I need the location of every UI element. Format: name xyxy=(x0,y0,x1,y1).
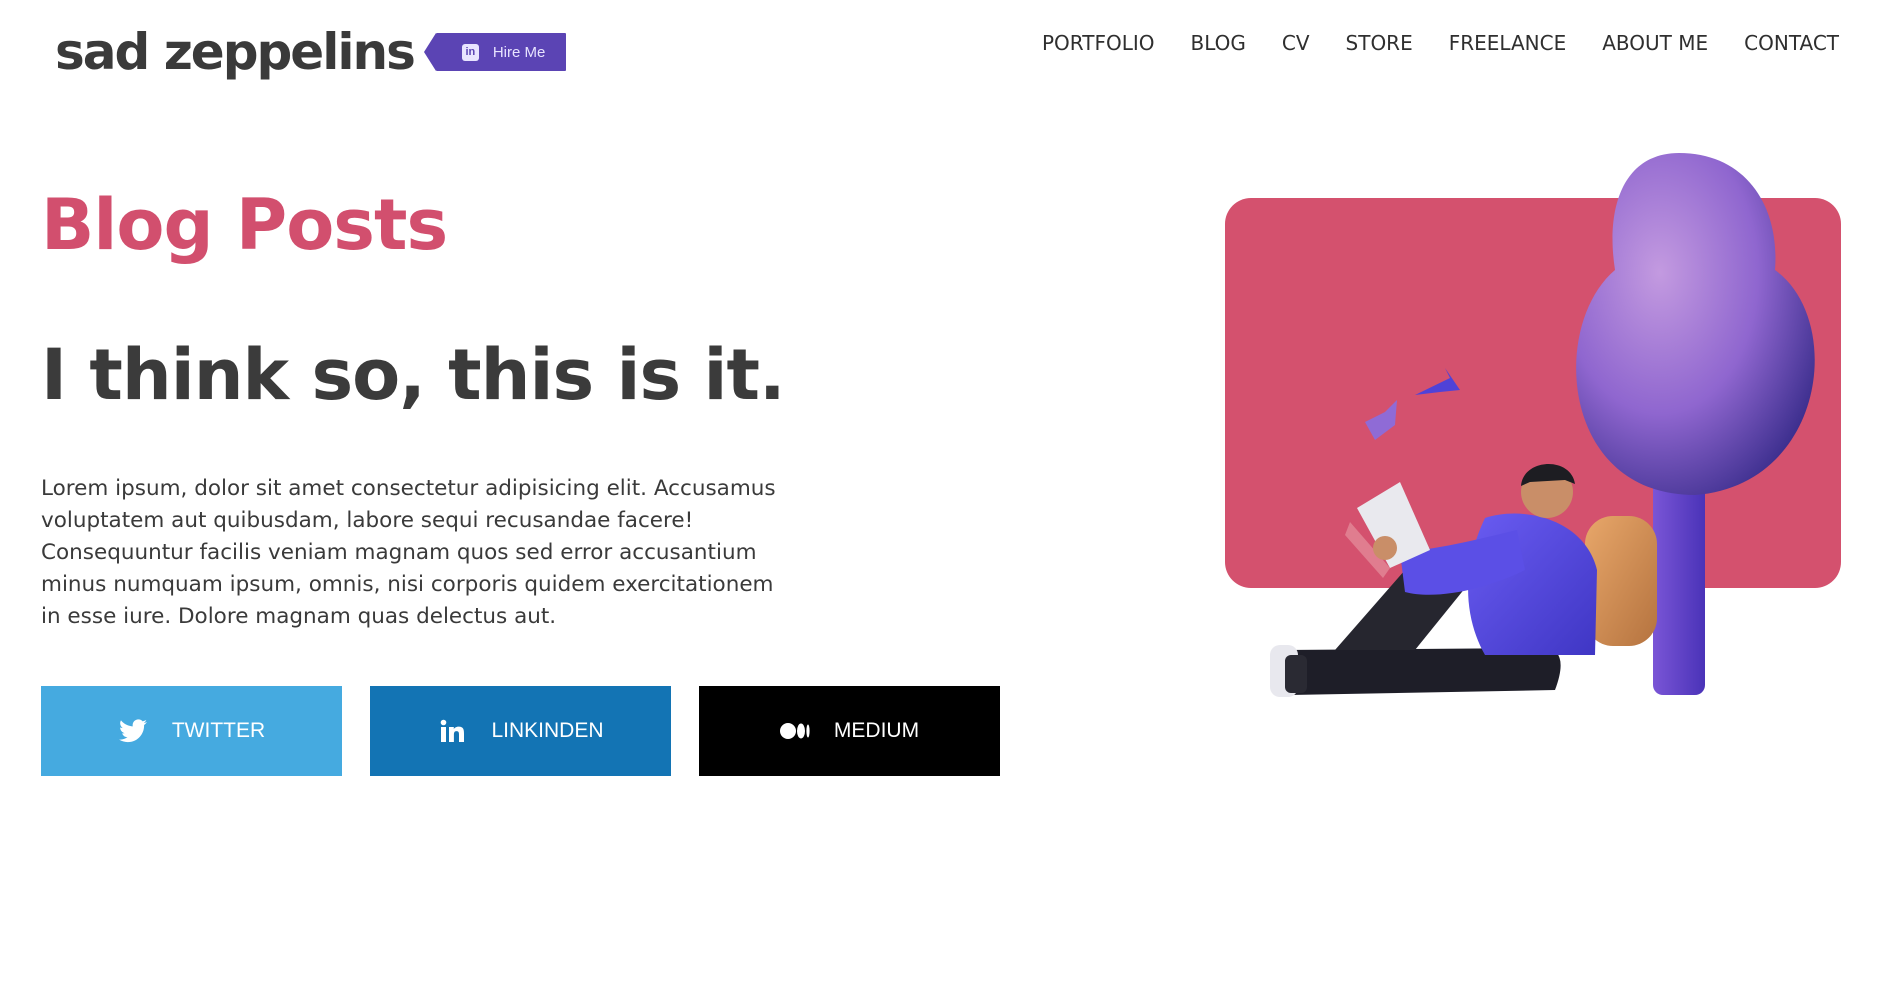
page: sad zeppelins in Hire Me PORTFOLIO BLOG … xyxy=(0,0,1881,991)
nav-item-cv[interactable]: CV xyxy=(1282,28,1310,58)
nav-item-about-me[interactable]: ABOUT ME xyxy=(1602,28,1708,58)
hero-illustration xyxy=(1225,150,1855,710)
nav-item-blog[interactable]: BLOG xyxy=(1190,28,1245,58)
linkedin-button[interactable]: LINKINDEN xyxy=(370,686,671,776)
section-title: Blog Posts xyxy=(41,184,448,266)
header-brand: sad zeppelins in Hire Me xyxy=(55,22,566,82)
nav-item-portfolio[interactable]: PORTFOLIO xyxy=(1042,28,1155,58)
medium-label: MEDIUM xyxy=(833,719,920,742)
linkedin-label: LINKINDEN xyxy=(491,719,604,742)
hero-headline: I think so, this is it. xyxy=(41,334,786,416)
hire-me-badge[interactable]: in Hire Me xyxy=(423,33,566,71)
linkedin-icon xyxy=(437,716,467,746)
twitter-label: TWITTER xyxy=(171,719,266,742)
social-buttons: TWITTER LINKINDEN MEDIUM xyxy=(41,686,1028,776)
twitter-button[interactable]: TWITTER xyxy=(41,686,342,776)
main-nav: PORTFOLIO BLOG CV STORE FREELANCE ABOUT … xyxy=(1006,28,1839,58)
hero-body-text: Lorem ipsum, dolor sit amet consectetur … xyxy=(41,476,776,629)
nav-item-freelance[interactable]: FREELANCE xyxy=(1449,28,1567,58)
medium-button[interactable]: MEDIUM xyxy=(699,686,1000,776)
twitter-icon xyxy=(118,716,148,746)
legs-shape xyxy=(1285,648,1561,695)
linkedin-icon: in xyxy=(461,43,479,61)
tree-trunk-shape xyxy=(1653,470,1705,695)
nav-item-store[interactable]: STORE xyxy=(1346,28,1413,58)
hire-me-label: Hire Me xyxy=(492,43,546,61)
site-logo[interactable]: sad zeppelins xyxy=(55,22,416,82)
nav-item-contact[interactable]: CONTACT xyxy=(1744,28,1839,58)
medium-icon xyxy=(779,716,810,746)
